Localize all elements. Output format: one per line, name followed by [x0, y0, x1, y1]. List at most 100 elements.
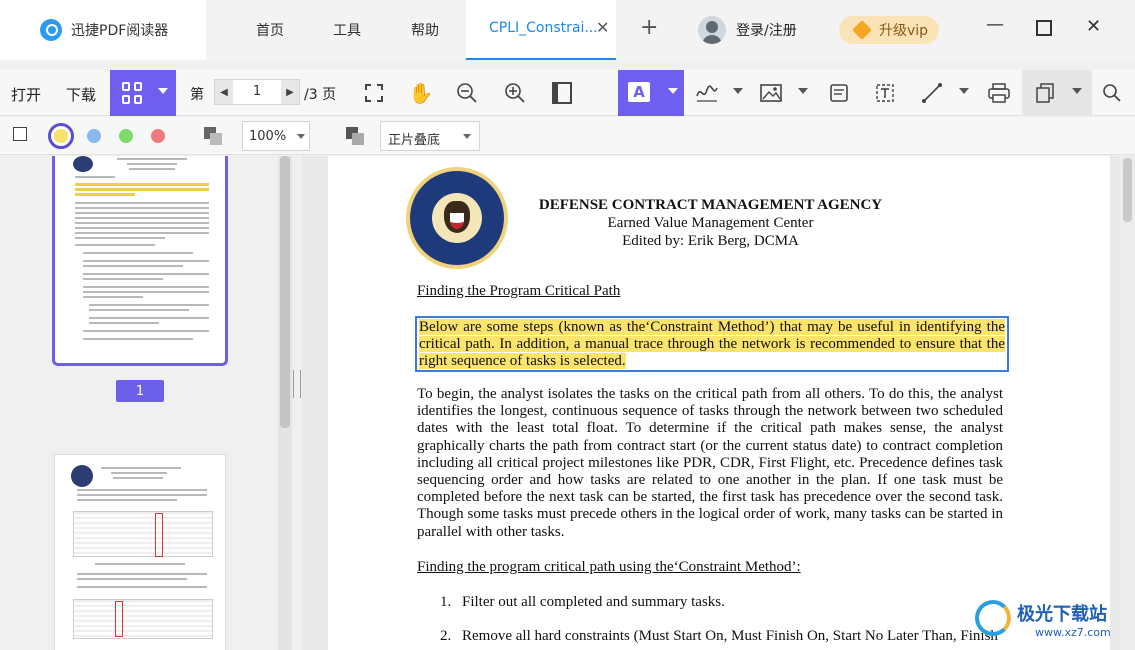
app-tab[interactable]: 迅捷PDF阅读器	[0, 0, 206, 60]
window-close-icon[interactable]: ✕	[1086, 16, 1101, 37]
opacity-select[interactable]: 100%	[242, 121, 310, 151]
zoom-in-icon[interactable]	[502, 80, 528, 106]
minimize-icon[interactable]: —	[986, 14, 1004, 35]
app-logo-icon	[40, 19, 62, 41]
site-watermark: 极光下载站 www.xz7.com	[975, 598, 1135, 648]
chevron-down-icon	[668, 88, 678, 94]
highlight-marker	[155, 513, 163, 557]
copy-pages-icon	[1032, 80, 1058, 106]
zoom-out-icon[interactable]	[454, 80, 480, 106]
avatar[interactable]	[698, 16, 726, 44]
maximize-icon[interactable]	[1036, 20, 1052, 36]
editor-line: Edited by: Erik Berg, DCMA	[622, 233, 799, 249]
document-viewer: DEFENSE CONTRACT MANAGEMENT AGENCY Earne…	[302, 156, 1135, 650]
dcma-seal	[406, 167, 508, 269]
list-text: Filter out all completed and summary tas…	[462, 594, 725, 610]
prev-page-icon[interactable]: ◀	[215, 80, 233, 104]
image-icon[interactable]	[758, 80, 784, 106]
share-button[interactable]	[1022, 70, 1092, 116]
chevron-down-icon	[297, 134, 305, 139]
upgrade-vip-button[interactable]: 升级vip	[839, 16, 939, 44]
letterhead: DEFENSE CONTRACT MANAGEMENT AGENCY Earne…	[538, 196, 883, 250]
watermark-url: www.xz7.com	[1035, 626, 1111, 639]
color-swatch-yellow[interactable]	[48, 123, 74, 149]
page-number-input[interactable]: 1	[235, 84, 279, 99]
body-paragraph: To begin, the analyst isolates the tasks…	[417, 386, 1003, 540]
section-heading: Finding the Program Critical Path	[417, 283, 621, 299]
chevron-down-icon	[1072, 88, 1082, 94]
chevron-down-icon[interactable]	[959, 88, 969, 94]
tab-home[interactable]: 首页	[256, 20, 284, 40]
highlighted-text: Below are some steps (known as the‘Const…	[419, 319, 1005, 369]
fill-color-icon[interactable]	[13, 127, 27, 141]
agency-title: DEFENSE CONTRACT MANAGEMENT AGENCY	[538, 197, 883, 213]
page-thumbnail-2[interactable]	[54, 454, 226, 650]
document-tab-label: CPLI_Constrai...	[489, 20, 598, 36]
vip-label: 升级vip	[879, 23, 929, 39]
view-mode-button[interactable]	[110, 70, 176, 116]
chevron-down-icon	[463, 134, 471, 139]
center-name: Earned Value Management Center	[607, 215, 814, 231]
select-area-icon[interactable]	[361, 80, 387, 106]
color-swatch-red[interactable]	[151, 129, 165, 143]
list-text: Remove all hard constraints (Must Start …	[462, 628, 998, 644]
close-icon[interactable]: ✕	[596, 18, 609, 37]
pdf-page: DEFENSE CONTRACT MANAGEMENT AGENCY Earne…	[328, 156, 1110, 650]
highlight-text-button[interactable]: A	[618, 70, 684, 116]
color-swatch-blue[interactable]	[87, 129, 101, 143]
hand-icon[interactable]: ✋	[408, 80, 434, 106]
print-icon[interactable]	[986, 80, 1012, 106]
tab-tools[interactable]: 工具	[333, 20, 361, 40]
seal-thumbnail-icon	[71, 465, 93, 487]
line-tool-icon[interactable]	[919, 80, 945, 106]
text-box-icon[interactable]	[872, 80, 898, 106]
seal-thumbnail-icon	[73, 156, 93, 172]
fit-page-icon[interactable]	[549, 80, 575, 106]
diamond-icon	[852, 20, 872, 40]
highlight-annotation[interactable]: Below are some steps (known as the‘Const…	[415, 316, 1009, 372]
page-badge: 1	[116, 380, 164, 402]
tab-help[interactable]: 帮助	[411, 20, 439, 40]
opacity-value: 100%	[249, 129, 287, 144]
chevron-down-icon	[158, 88, 168, 94]
note-icon[interactable]	[826, 80, 852, 106]
download-button[interactable]: 下载	[66, 84, 96, 105]
page-prefix: 第	[190, 87, 204, 103]
page-navigator[interactable]: ◀ 1 ▶	[214, 79, 300, 105]
text-highlight-icon: A	[628, 82, 650, 102]
document-scroll-thumb[interactable]	[1123, 158, 1132, 222]
main-toolbar: 打开 下载 第 ◀ 1 ▶ /3 页 ✋ A	[0, 70, 1135, 116]
blend-mode-icon[interactable]	[346, 127, 364, 145]
search-icon[interactable]	[1099, 80, 1125, 106]
sidebar-scrollbar[interactable]	[278, 156, 292, 650]
sidebar-scroll-thumb[interactable]	[280, 156, 290, 428]
gantt-image	[73, 511, 213, 557]
signature-icon[interactable]	[694, 80, 720, 106]
color-swatch-green[interactable]	[119, 129, 133, 143]
highlight-marker-2	[115, 601, 123, 637]
tab-document[interactable]: CPLI_Constrai... ✕	[466, 0, 616, 60]
login-link[interactable]: 登录/注册	[736, 20, 797, 40]
page-total: /3 页	[304, 87, 337, 103]
title-bar: 迅捷PDF阅读器 首页 工具 帮助 CPLI_Constrai... ✕ + 登…	[0, 0, 1135, 62]
opacity-icon[interactable]	[204, 127, 222, 145]
blend-mode-select[interactable]: 正片叠底	[380, 121, 480, 151]
chevron-down-icon[interactable]	[798, 88, 808, 94]
chevron-down-icon[interactable]	[733, 88, 743, 94]
page-thumbnail-1[interactable]	[52, 156, 228, 366]
add-tab-icon[interactable]: +	[640, 15, 658, 40]
watermark-title: 极光下载站	[1017, 604, 1107, 625]
yellow-dot	[54, 129, 68, 143]
document-scrollbar[interactable]	[1120, 156, 1135, 650]
watermark-logo-icon	[975, 600, 1011, 636]
annotation-toolbar: 100% 正片叠底	[0, 117, 1135, 155]
grid-icon	[122, 82, 144, 104]
list-number: 1.	[440, 594, 452, 610]
open-button[interactable]: 打开	[11, 84, 41, 105]
gantt-image-2	[73, 599, 213, 639]
panel-resize-handle[interactable]	[293, 370, 301, 398]
section-heading-2: Finding the program critical path using …	[417, 559, 801, 575]
app-name: 迅捷PDF阅读器	[71, 23, 169, 39]
next-page-icon[interactable]: ▶	[281, 80, 299, 104]
list-number: 2.	[440, 628, 452, 644]
